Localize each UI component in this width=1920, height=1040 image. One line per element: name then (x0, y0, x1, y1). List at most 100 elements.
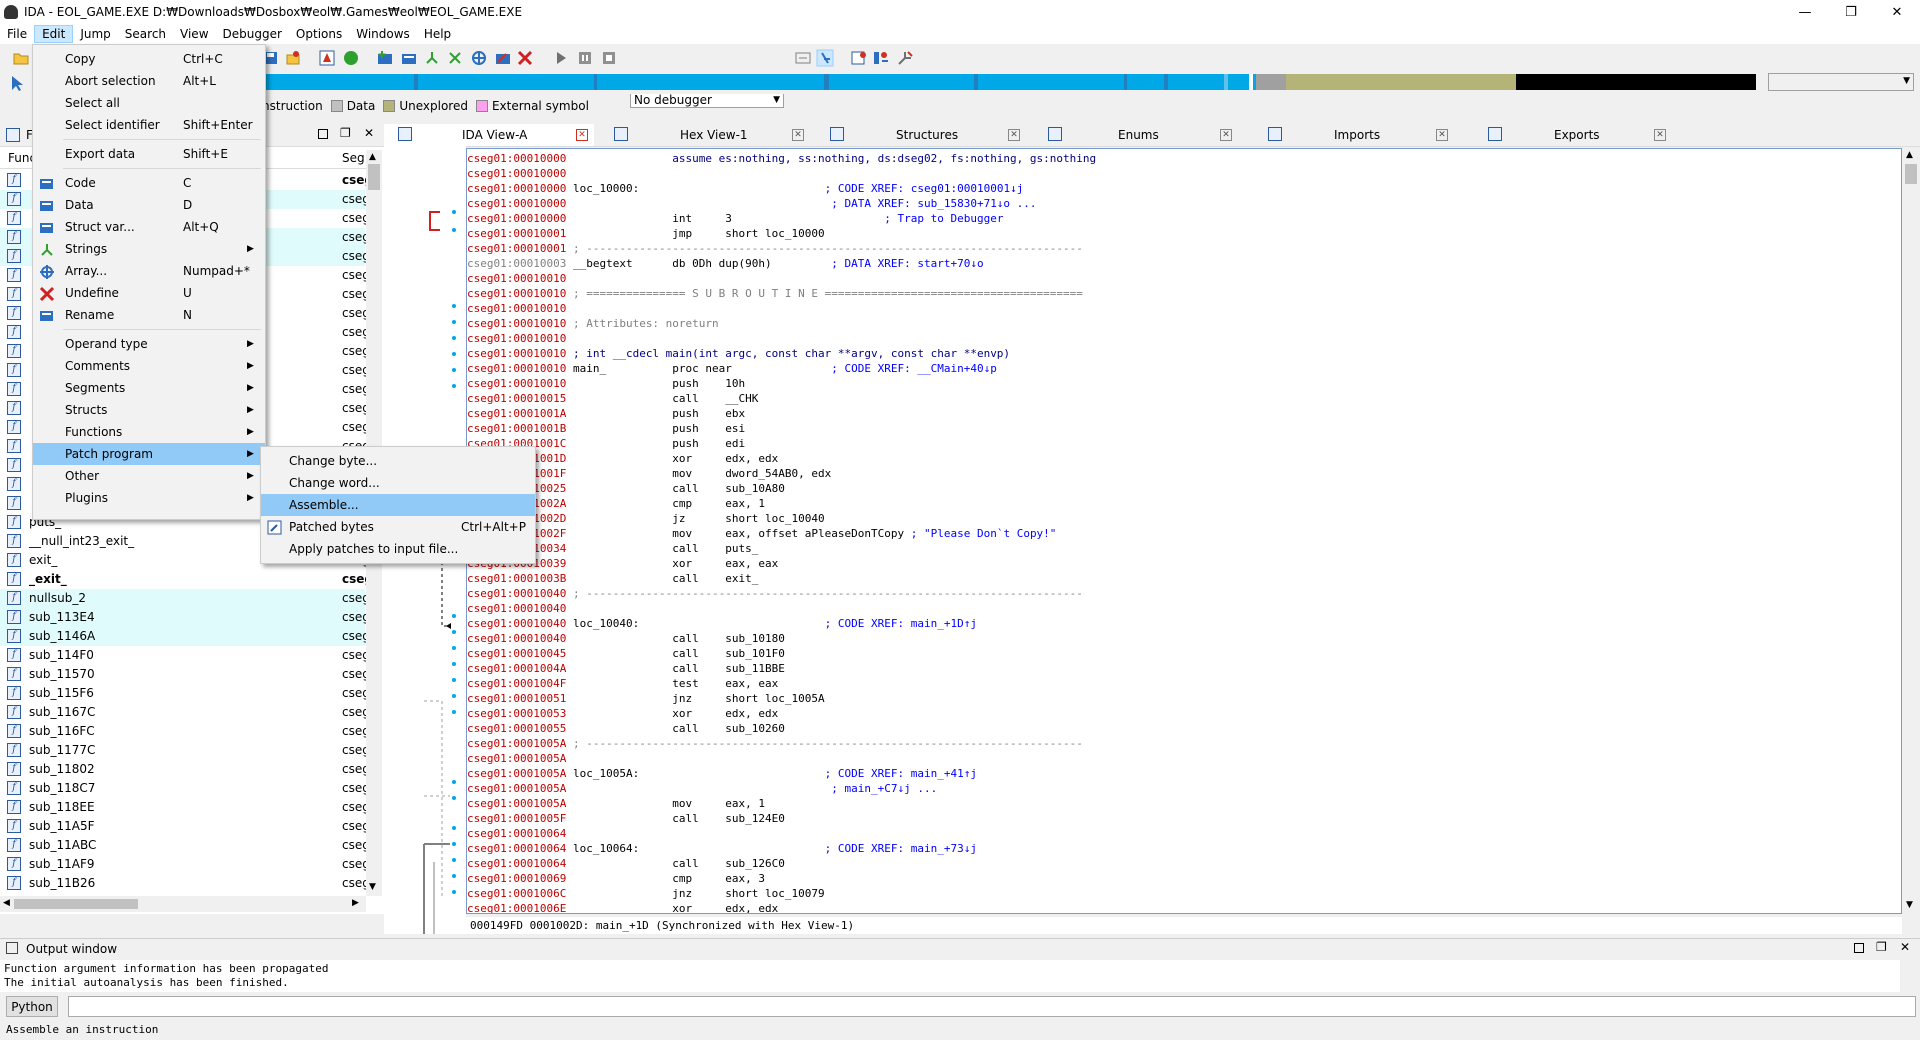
disasm-line[interactable]: cseg01:00010010 push 10h (467, 376, 745, 391)
disasm-line[interactable]: cseg01:00010015 call __CHK (467, 391, 758, 406)
menu-item-functions[interactable]: Functions ▶ (33, 421, 265, 443)
menu-item-code[interactable]: Code C (33, 172, 265, 194)
menu-item-comments[interactable]: Comments ▶ (33, 355, 265, 377)
menu-item-patch-program[interactable]: Patch program ▶ (33, 443, 265, 465)
tab-structures[interactable]: Structures ✕ (816, 124, 1026, 146)
function-row[interactable]: f sub_1177C cseg (0, 741, 366, 760)
disasm-line[interactable]: cseg01:0001001B push esi (467, 421, 745, 436)
menu-item-struct-var[interactable]: Struct var... Alt+Q (33, 216, 265, 238)
tracing-icon[interactable] (872, 49, 890, 67)
disasm-line[interactable]: cseg01:00010000 ; DATA XREF: sub_15830+7… (467, 196, 1037, 211)
panel-float-icon[interactable]: ❐ (1876, 940, 1887, 954)
menu-item-segments[interactable]: Segments ▶ (33, 377, 265, 399)
function-row[interactable]: f sub_1167C cseg (0, 703, 366, 722)
nav-pointer-icon[interactable] (8, 74, 26, 92)
maximize-button[interactable]: ❐ (1828, 0, 1874, 24)
disasm-line[interactable]: cseg01:00010055 call sub_10260 (467, 721, 785, 736)
disasm-line[interactable]: cseg01:00010010 (467, 301, 566, 316)
panel-close-icon[interactable]: ✕ (364, 126, 374, 140)
menu-debugger[interactable]: Debugger (216, 25, 289, 43)
close-icon[interactable]: ✕ (1220, 129, 1232, 141)
add-function-icon[interactable] (376, 49, 394, 67)
menu-item-data[interactable]: Data D (33, 194, 265, 216)
disassembly-listing[interactable]: cseg01:00010000 assume es:nothing, ss:no… (466, 148, 1902, 914)
panel-float-icon[interactable]: ❐ (340, 126, 351, 140)
function-row[interactable]: f sub_1146A cseg (0, 627, 366, 646)
green-circle-icon[interactable] (342, 49, 360, 67)
disasm-line[interactable]: cseg01:0001005A ; main_+C7↓j ... (467, 781, 937, 796)
menu-item-select-identifier[interactable]: Select identifier Shift+Enter (33, 114, 265, 136)
panel-restore-icon[interactable] (1854, 943, 1864, 953)
menu-item-select-all[interactable]: Select all (33, 92, 265, 114)
disasm-line[interactable]: cseg01:00010040 call sub_10180 (467, 631, 785, 646)
disasm-line[interactable]: cseg01:0001005A mov eax, 1 (467, 796, 765, 811)
menu-windows[interactable]: Windows (349, 25, 417, 43)
menu-help[interactable]: Help (417, 25, 458, 43)
disasm-line[interactable]: cseg01:0001006E xor edx, edx (467, 901, 778, 913)
menu-item-abort-selection[interactable]: Abort selection Alt+L (33, 70, 265, 92)
function-row[interactable]: f sub_118C7 cseg (0, 779, 366, 798)
menu-item-plugins[interactable]: Plugins ▶ (33, 487, 265, 509)
function-row[interactable]: f sub_118EE cseg (0, 798, 366, 817)
menu-item-array[interactable]: Array... Numpad+* (33, 260, 265, 282)
scroll-down-icon[interactable]: ▼ (1906, 900, 1913, 910)
menu-item-patched-bytes[interactable]: Patched bytes Ctrl+Alt+P (261, 516, 535, 538)
disasm-line[interactable]: cseg01:00010064 loc_10064: ; CODE XREF: … (467, 841, 977, 856)
menu-item-change-word[interactable]: Change word... (261, 472, 535, 494)
close-icon[interactable]: ✕ (1654, 129, 1666, 141)
disasm-line[interactable]: cseg01:00010000 loc_10000: ; CODE XREF: … (467, 181, 1023, 196)
panel-restore-icon[interactable] (318, 129, 328, 139)
strings-icon[interactable] (446, 49, 464, 67)
array-icon[interactable] (470, 49, 488, 67)
menu-item-assemble[interactable]: Assemble... (261, 494, 535, 516)
disassembly-vertical-scrollbar[interactable]: ▲ ▼ (1902, 148, 1920, 914)
disasm-line[interactable]: cseg01:0001001A push ebx (467, 406, 745, 421)
nav-band-select[interactable]: ▼ (1768, 73, 1914, 91)
attach-process-icon[interactable] (816, 49, 834, 67)
struct-icon[interactable] (424, 49, 442, 67)
disasm-line[interactable]: cseg01:00010010 (467, 271, 566, 286)
function-row[interactable]: f sub_116FC cseg (0, 722, 366, 741)
breakpoints-icon[interactable] (850, 49, 868, 67)
disasm-line[interactable]: cseg01:0001002F mov eax, offset aPleaseD… (467, 526, 1056, 541)
tab-exports[interactable]: Exports ✕ (1474, 124, 1684, 146)
disasm-line[interactable]: cseg01:00010010 ; =============== S U B … (467, 286, 1083, 301)
menu-item-apply-patches-to-input-file[interactable]: Apply patches to input file... (261, 538, 535, 560)
disasm-line[interactable]: cseg01:0001005A loc_1005A: ; CODE XREF: … (467, 766, 977, 781)
menu-options[interactable]: Options (289, 25, 349, 43)
stop-icon[interactable] (600, 49, 618, 67)
menu-item-strings[interactable]: Strings ▶ (33, 238, 265, 260)
disasm-line[interactable]: cseg01:0001003B call exit_ (467, 571, 758, 586)
disasm-line[interactable]: cseg01:00010040 (467, 601, 566, 616)
open-file-icon[interactable] (12, 49, 30, 67)
menu-edit[interactable]: Edit (34, 25, 74, 43)
tab-ida-view-a[interactable]: IDA View-A ✕ (384, 124, 594, 146)
debugger-tools-icon[interactable] (896, 49, 914, 67)
navigation-strip[interactable] (264, 74, 1756, 90)
hscroll-thumb[interactable] (14, 899, 138, 909)
bookmark-icon[interactable] (284, 49, 302, 67)
disasm-line[interactable]: cseg01:00010051 jnz short loc_1005A (467, 691, 825, 706)
function-row[interactable]: f nullsub_2 cseg (0, 589, 366, 608)
rename-icon[interactable] (494, 49, 512, 67)
menu-item-change-byte[interactable]: Change byte... (261, 450, 535, 472)
menu-item-other[interactable]: Other ▶ (33, 465, 265, 487)
disasm-line[interactable]: cseg01:0001005A (467, 751, 566, 766)
disasm-line[interactable]: cseg01:00010053 xor edx, edx (467, 706, 778, 721)
menu-item-rename[interactable]: Rename N (33, 304, 265, 326)
function-row[interactable]: f sub_11ABC cseg (0, 836, 366, 855)
disasm-line[interactable]: cseg01:00010010 ; int __cdecl main(int a… (467, 346, 1010, 361)
menu-view[interactable]: View (173, 25, 215, 43)
run-icon[interactable] (552, 49, 570, 67)
python-button[interactable]: Python (6, 996, 58, 1017)
close-icon[interactable]: ✕ (792, 129, 804, 141)
undefine-icon[interactable] (516, 49, 534, 67)
menu-item-copy[interactable]: Copy Ctrl+C (33, 48, 265, 70)
disasm-line[interactable]: cseg01:00010064 (467, 826, 566, 841)
tab-hex-view-1[interactable]: Hex View-1 ✕ (600, 124, 810, 146)
menu-file[interactable]: File (0, 25, 34, 43)
menu-item-undefine[interactable]: Undefine U (33, 282, 265, 304)
scroll-thumb[interactable] (1905, 164, 1917, 184)
scroll-left-icon[interactable]: ◀ (3, 898, 10, 908)
panel-close-icon[interactable]: ✕ (1900, 940, 1910, 954)
